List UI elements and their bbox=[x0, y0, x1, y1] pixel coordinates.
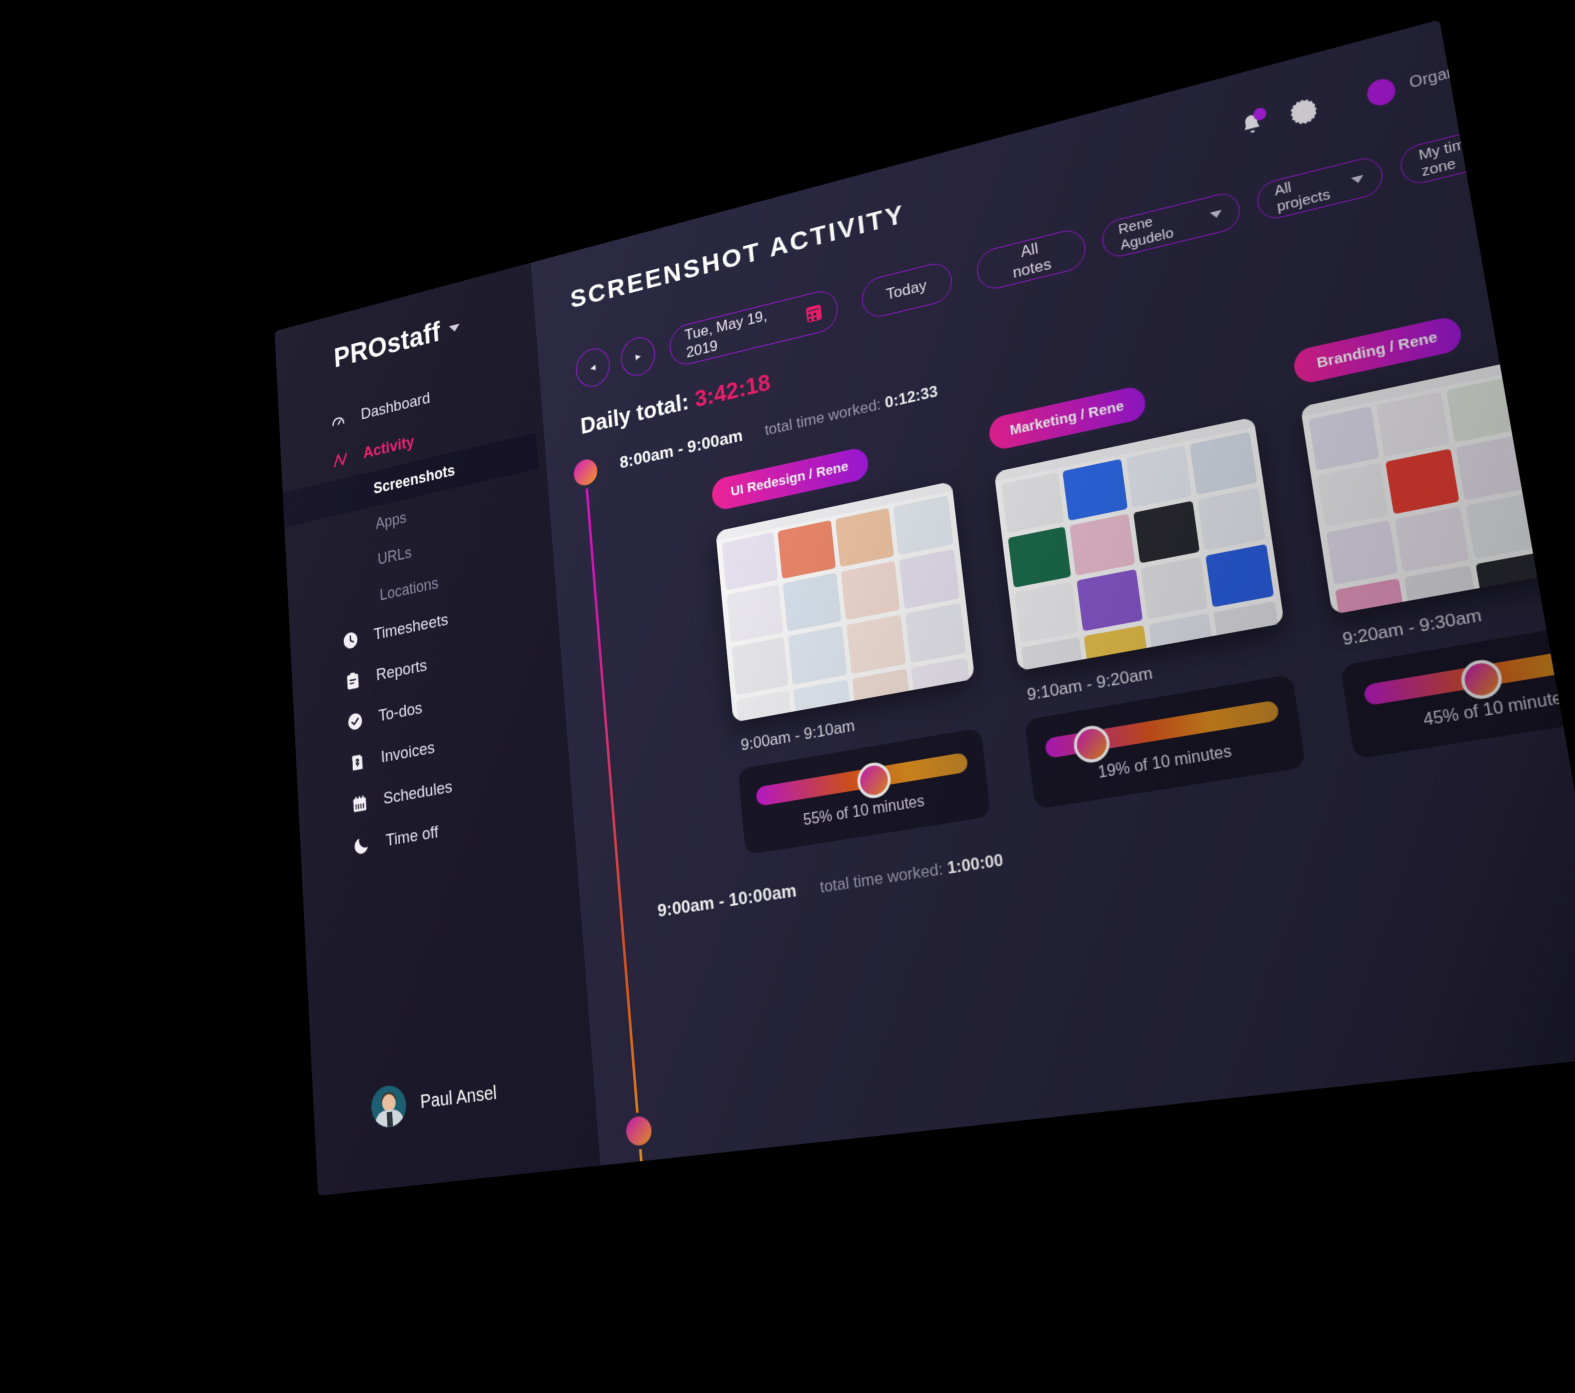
filter-member-label: Rene Agudelo bbox=[1117, 213, 1175, 254]
screenshot-card[interactable]: Branding / Rene 9:20am - 9:30am 45% of 1… bbox=[1291, 288, 1575, 760]
invoice-dollar-icon bbox=[349, 751, 367, 773]
sidebar-subitem-label: Locations bbox=[379, 573, 439, 604]
filter-projects-label: All projects bbox=[1273, 179, 1332, 216]
gauge-icon bbox=[330, 410, 347, 432]
sidebar-user[interactable]: Paul Ansel bbox=[370, 1072, 498, 1130]
project-badge[interactable]: UI Redesign / Rene bbox=[710, 445, 870, 512]
activity-knob[interactable] bbox=[855, 760, 892, 801]
date-picker[interactable]: Tue, May 19, 2019 bbox=[668, 287, 840, 369]
daily-total-label: Daily total: bbox=[579, 387, 690, 440]
sidebar-nav: Dashboard Activity Screenshots Apps URLs… bbox=[279, 351, 575, 876]
screenshot-card[interactable]: Marketing / Rene 9:10am - 9:20am 19% of … bbox=[987, 362, 1306, 810]
chevron-down-icon bbox=[1519, 49, 1534, 60]
sidebar-subitem-label: URLs bbox=[377, 543, 413, 568]
screenshot-card[interactable]: UI Redesign / Rene 9:00am - 9:10am 55% o… bbox=[710, 428, 992, 855]
filter-projects[interactable]: All projects bbox=[1254, 154, 1386, 223]
timeline-node bbox=[572, 457, 599, 488]
filter-timezone-label: My time zone bbox=[1417, 133, 1476, 181]
clipboard-icon bbox=[344, 669, 362, 691]
prev-day-button[interactable]: ◂ bbox=[574, 344, 612, 391]
today-button[interactable]: Today bbox=[859, 259, 955, 321]
date-value: Tue, May 19, 2019 bbox=[683, 306, 768, 362]
next-day-button[interactable]: ▸ bbox=[619, 333, 657, 380]
bell-icon[interactable] bbox=[1237, 106, 1268, 141]
timeline-range: 8:00am - 9:00am bbox=[619, 426, 744, 473]
chevron-down-icon bbox=[1209, 209, 1223, 219]
sidebar-item-label: Dashboard bbox=[360, 388, 431, 424]
sidebar-subitem-label: Apps bbox=[375, 508, 407, 533]
organization-avatar bbox=[1365, 75, 1398, 108]
sidebar-item-label: To-dos bbox=[377, 698, 423, 726]
calendar-icon bbox=[351, 792, 369, 814]
sidebar-item-label: Time off bbox=[385, 822, 439, 851]
screenshot-stage: PROstaff Dashboard Activity Screenshots … bbox=[0, 0, 1575, 1393]
app-window: PROstaff Dashboard Activity Screenshots … bbox=[274, 19, 1575, 1196]
brand-name: PROstaff bbox=[333, 315, 442, 374]
timeline-worked-value: 1:00:00 bbox=[946, 850, 1005, 878]
daily-total-value: 3:42:18 bbox=[693, 368, 772, 413]
main-content: SCREENSHOT ACTIVITY Organization ◂ ▸ Tue… bbox=[530, 19, 1575, 1192]
timeline-worked: total time worked: 1:00:00 bbox=[819, 850, 1004, 897]
screenshot-thumbnail[interactable] bbox=[994, 416, 1285, 672]
project-badge[interactable]: Branding / Rene bbox=[1291, 314, 1464, 386]
screenshot-thumbnail[interactable] bbox=[1300, 345, 1575, 615]
sidebar-item-label: Schedules bbox=[382, 777, 453, 809]
sidebar-item-label: Invoices bbox=[380, 738, 436, 767]
user-name: Paul Ansel bbox=[419, 1082, 498, 1113]
sidebar-item-label: Activity bbox=[362, 432, 415, 463]
calendar-icon bbox=[805, 303, 822, 323]
top-bar-actions: Organization bbox=[1237, 35, 1536, 141]
timeline-range: 9:00am - 10:00am bbox=[656, 880, 798, 922]
moon-icon bbox=[353, 834, 371, 856]
timeline-worked-value: 0:12:33 bbox=[884, 382, 939, 412]
filter-timezone[interactable]: My time zone bbox=[1398, 113, 1552, 188]
chevron-down-icon[interactable] bbox=[449, 323, 461, 333]
avatar bbox=[370, 1083, 408, 1130]
organization-label: Organization bbox=[1408, 51, 1507, 92]
check-circle-icon bbox=[346, 710, 364, 732]
chevron-down-icon bbox=[1351, 174, 1365, 184]
organization-selector[interactable]: Organization bbox=[1365, 40, 1535, 108]
activity-line-icon bbox=[332, 448, 349, 470]
sidebar-item-label: Reports bbox=[375, 655, 428, 685]
chevron-down-icon bbox=[1514, 133, 1529, 144]
clock-icon bbox=[342, 629, 359, 651]
project-badge[interactable]: Marketing / Rene bbox=[987, 384, 1148, 452]
screenshot-thumbnail[interactable] bbox=[715, 481, 975, 723]
badge-gear-icon[interactable] bbox=[1289, 96, 1319, 127]
activity-knob[interactable] bbox=[1071, 723, 1112, 766]
timeline-worked-label: total time worked: bbox=[818, 859, 944, 897]
filter-member[interactable]: Rene Agudelo bbox=[1099, 189, 1243, 261]
timeline-node bbox=[625, 1115, 653, 1147]
activity-knob[interactable] bbox=[1458, 656, 1506, 702]
timeline-worked-label: total time worked: bbox=[763, 395, 882, 440]
sidebar-item-label: Timesheets bbox=[373, 610, 449, 644]
all-notes-button[interactable]: All notes bbox=[974, 226, 1089, 293]
notification-badge bbox=[1252, 106, 1268, 122]
